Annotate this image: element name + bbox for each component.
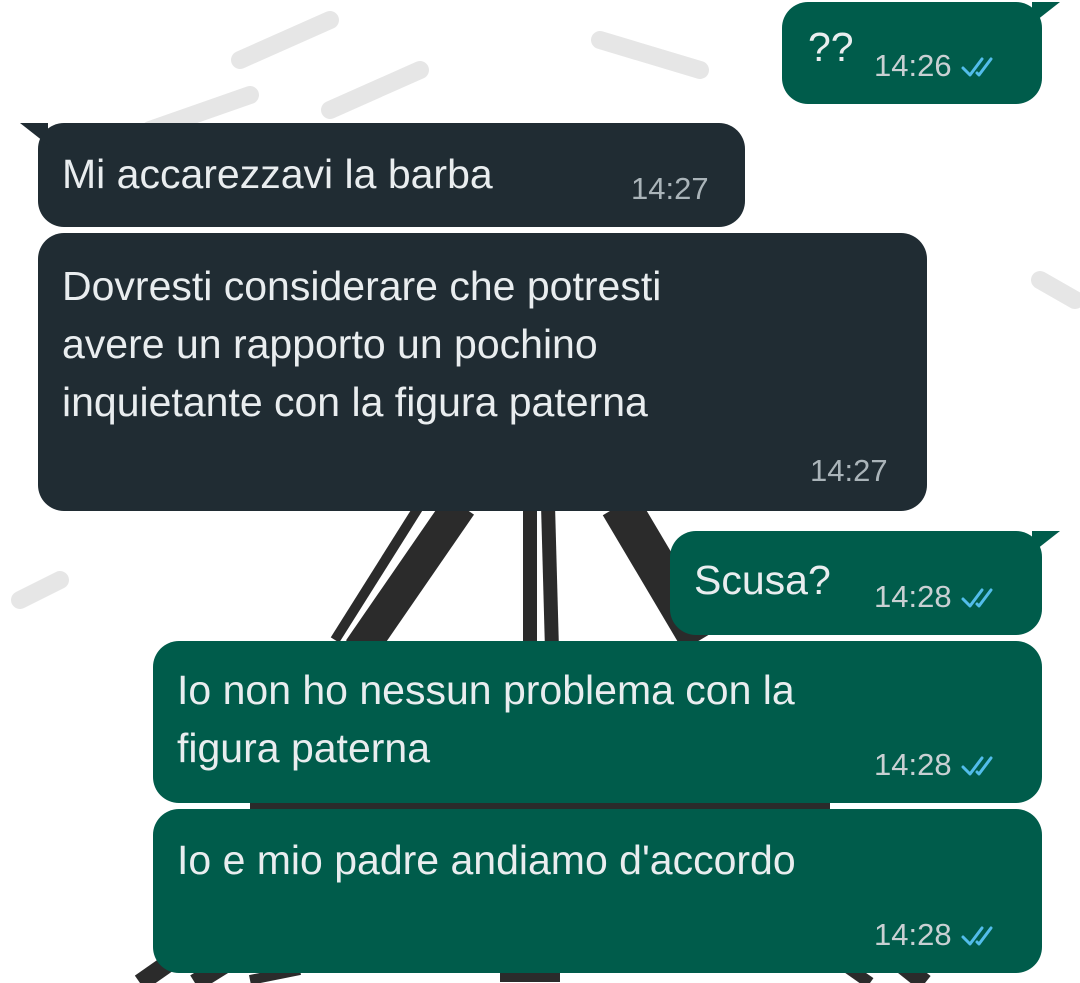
incoming-message-bubble[interactable]: Mi accarezzavi la barba 14:27 bbox=[20, 123, 745, 227]
message-time: 14:28 bbox=[874, 747, 952, 782]
message-time: 14:28 bbox=[874, 579, 952, 614]
message-time: 14:28 bbox=[874, 917, 952, 952]
message-time: 14:27 bbox=[631, 171, 709, 206]
outgoing-message-bubble[interactable]: Io non ho nessun problema con la figura … bbox=[153, 641, 1042, 803]
message-text: Dovresti considerare che potresti bbox=[62, 263, 662, 309]
message-text: Io e mio padre andiamo d'accordo bbox=[177, 837, 796, 883]
message-text: inquietante con la figura paterna bbox=[62, 379, 648, 425]
message-time: 14:26 bbox=[874, 48, 952, 83]
message-text: avere un rapporto un pochino bbox=[62, 321, 598, 367]
message-meta: 14:27 bbox=[631, 171, 709, 207]
message-text: ?? bbox=[808, 24, 854, 70]
message-text: Io non ho nessun problema con la bbox=[177, 667, 795, 713]
message-meta: 14:28 bbox=[874, 579, 1004, 615]
message-text: Scusa? bbox=[694, 557, 831, 603]
double-check-read-icon bbox=[961, 57, 993, 77]
outgoing-message-bubble[interactable]: Io e mio padre andiamo d'accordo 14:28 bbox=[153, 809, 1042, 973]
message-text: Mi accarezzavi la barba bbox=[62, 151, 493, 197]
message-meta: 14:28 bbox=[874, 917, 1004, 953]
double-check-read-icon bbox=[961, 588, 993, 608]
outgoing-message-bubble[interactable]: Scusa? 14:28 bbox=[670, 531, 1060, 635]
message-text: figura paterna bbox=[177, 725, 431, 771]
outgoing-message-bubble[interactable]: ?? 14:26 bbox=[782, 2, 1060, 104]
message-time: 14:27 bbox=[810, 453, 888, 488]
message-meta: 14:26 bbox=[874, 48, 1004, 84]
double-check-read-icon bbox=[961, 756, 993, 776]
message-meta: 14:27 bbox=[810, 453, 888, 489]
double-check-read-icon bbox=[961, 926, 993, 946]
message-meta: 14:28 bbox=[874, 747, 1004, 783]
incoming-message-bubble[interactable]: Dovresti considerare che potresti avere … bbox=[38, 233, 927, 511]
